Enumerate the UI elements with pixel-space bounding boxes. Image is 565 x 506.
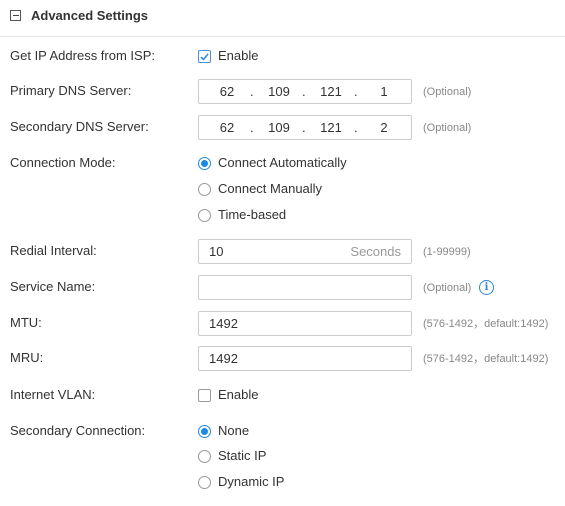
mtu-value: 1492 [209, 316, 238, 331]
primary-dns-octet-1[interactable]: 62 [212, 84, 242, 100]
connect-manually-radio[interactable] [198, 183, 211, 196]
collapse-icon[interactable] [10, 9, 21, 21]
redial-interval-value: 10 [209, 244, 224, 259]
checkmark-icon [200, 53, 209, 61]
secondary-dns-hint: (Optional) [423, 122, 472, 134]
primary-dns-input[interactable]: 62 . 109 . 121 . 1 [198, 79, 412, 104]
ip-dot: . [302, 84, 306, 99]
primary-dns-label: Primary DNS Server: [10, 83, 132, 98]
service-name-label: Service Name: [10, 279, 96, 294]
mtu-label: MTU: [10, 315, 42, 330]
time-based-label[interactable]: Time-based [218, 207, 286, 223]
secondary-connection-label: Secondary Connection: [10, 423, 146, 438]
ip-dot: . [354, 84, 358, 99]
get-ip-label: Get IP Address from ISP: [10, 48, 155, 63]
secondary-dns-label: Secondary DNS Server: [10, 119, 149, 134]
dynamic-ip-radio[interactable] [198, 476, 211, 489]
secondary-dns-octet-2[interactable]: 109 [264, 120, 294, 136]
internet-vlan-label: Internet VLAN: [10, 387, 96, 402]
ip-dot: . [302, 120, 306, 135]
mru-value: 1492 [209, 351, 238, 366]
primary-dns-octet-4[interactable]: 1 [369, 84, 399, 100]
time-based-radio[interactable] [198, 209, 211, 222]
get-ip-enable-label: Enable [218, 48, 259, 63]
dynamic-ip-label[interactable]: Dynamic IP [218, 474, 284, 490]
ip-dot: . [250, 84, 254, 99]
advanced-settings-header[interactable]: Advanced Settings [10, 6, 148, 24]
section-title: Advanced Settings [31, 7, 149, 23]
primary-dns-octet-2[interactable]: 109 [264, 84, 294, 100]
redial-interval-hint: (1-99999) [423, 246, 471, 258]
service-name-hint: (Optional) [423, 282, 472, 294]
static-ip-label[interactable]: Static IP [218, 448, 266, 464]
secondary-dns-input[interactable]: 62 . 109 . 121 . 2 [198, 115, 412, 140]
ip-dot: . [250, 120, 254, 135]
none-radio[interactable] [198, 425, 211, 438]
get-ip-checkbox[interactable] [198, 50, 211, 63]
static-ip-radio[interactable] [198, 450, 211, 463]
redial-interval-unit: Seconds [350, 244, 401, 259]
mtu-hint: (576-1492，default:1492) [423, 318, 549, 330]
connect-automatically-label[interactable]: Connect Automatically [218, 155, 347, 171]
header-divider [0, 36, 565, 37]
none-label[interactable]: None [218, 423, 249, 439]
secondary-dns-octet-4[interactable]: 2 [369, 120, 399, 136]
internet-vlan-enable-label[interactable]: Enable [218, 387, 258, 403]
mru-label: MRU: [10, 350, 44, 365]
secondary-dns-octet-3[interactable]: 121 [316, 120, 346, 136]
mtu-input[interactable]: 1492 [198, 311, 412, 336]
info-icon[interactable]: i [479, 280, 494, 295]
connection-mode-label: Connection Mode: [10, 155, 116, 170]
service-name-input[interactable] [198, 275, 412, 300]
primary-dns-hint: (Optional) [423, 86, 472, 98]
internet-vlan-checkbox[interactable] [198, 389, 211, 402]
redial-interval-input[interactable]: 10 Seconds [198, 239, 412, 264]
secondary-dns-octet-1[interactable]: 62 [212, 120, 242, 136]
mru-input[interactable]: 1492 [198, 346, 412, 371]
redial-interval-label: Redial Interval: [10, 243, 97, 258]
primary-dns-octet-3[interactable]: 121 [316, 84, 346, 100]
ip-dot: . [354, 120, 358, 135]
connect-manually-label[interactable]: Connect Manually [218, 181, 322, 197]
mru-hint: (576-1492，default:1492) [423, 353, 549, 365]
connect-automatically-radio[interactable] [198, 157, 211, 170]
